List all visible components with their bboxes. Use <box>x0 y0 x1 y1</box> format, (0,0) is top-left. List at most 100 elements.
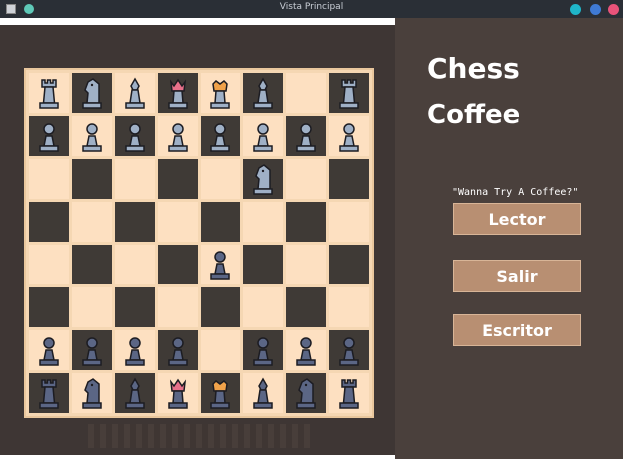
close-button[interactable] <box>608 4 619 15</box>
board-square[interactable] <box>114 330 155 371</box>
board-square[interactable] <box>286 373 327 413</box>
board-square[interactable] <box>200 201 241 242</box>
board-square[interactable] <box>29 201 69 242</box>
board-square[interactable] <box>243 115 284 156</box>
board-square[interactable] <box>157 373 198 413</box>
board-square[interactable] <box>286 73 327 113</box>
board-square[interactable] <box>286 201 327 242</box>
board-square[interactable] <box>29 73 69 113</box>
board-square[interactable] <box>243 201 284 242</box>
black-pawn-icon[interactable] <box>250 119 276 153</box>
white-pawn-icon[interactable] <box>122 333 148 367</box>
board-square[interactable] <box>114 73 155 113</box>
board-square[interactable] <box>200 73 241 113</box>
black-pawn-icon[interactable] <box>293 119 319 153</box>
black-king-icon[interactable] <box>207 76 233 110</box>
white-bishop-icon[interactable] <box>250 376 276 410</box>
board-square[interactable] <box>114 115 155 156</box>
board-square[interactable] <box>71 73 112 113</box>
board-square[interactable] <box>71 115 112 156</box>
board-square[interactable] <box>243 73 284 113</box>
black-pawn-icon[interactable] <box>207 119 233 153</box>
white-pawn-icon[interactable] <box>165 333 191 367</box>
board-square[interactable] <box>157 201 198 242</box>
black-rook-icon[interactable] <box>336 76 362 110</box>
board-square[interactable] <box>329 201 369 242</box>
board-square[interactable] <box>200 158 241 199</box>
board-square[interactable] <box>71 158 112 199</box>
board-square[interactable] <box>157 115 198 156</box>
black-bishop-icon[interactable] <box>122 76 148 110</box>
black-queen-icon[interactable] <box>165 76 191 110</box>
board-square[interactable] <box>114 287 155 328</box>
board-square[interactable] <box>29 330 69 371</box>
board-square[interactable] <box>29 244 69 285</box>
board-square[interactable] <box>29 287 69 328</box>
black-pawn-icon[interactable] <box>79 119 105 153</box>
minimize-button[interactable] <box>570 4 581 15</box>
board-square[interactable] <box>157 330 198 371</box>
board-square[interactable] <box>71 373 112 413</box>
board-square[interactable] <box>243 158 284 199</box>
white-pawn-icon[interactable] <box>250 333 276 367</box>
board-square[interactable] <box>114 158 155 199</box>
board-square[interactable] <box>286 287 327 328</box>
black-pawn-icon[interactable] <box>36 119 62 153</box>
board-square[interactable] <box>329 330 369 371</box>
board-square[interactable] <box>243 373 284 413</box>
board-square[interactable] <box>157 244 198 285</box>
white-pawn-icon[interactable] <box>79 333 105 367</box>
white-rook-icon[interactable] <box>36 376 62 410</box>
white-knight-icon[interactable] <box>79 376 105 410</box>
white-pawn-icon[interactable] <box>207 247 233 281</box>
board-square[interactable] <box>157 158 198 199</box>
board-square[interactable] <box>286 115 327 156</box>
board-square[interactable] <box>200 287 241 328</box>
white-pawn-icon[interactable] <box>36 333 62 367</box>
black-pawn-icon[interactable] <box>165 119 191 153</box>
board-square[interactable] <box>200 115 241 156</box>
board-square[interactable] <box>200 373 241 413</box>
escritor-button[interactable]: Escritor <box>453 314 581 346</box>
board-square[interactable] <box>200 244 241 285</box>
board-square[interactable] <box>286 158 327 199</box>
maximize-button[interactable] <box>590 4 601 15</box>
board-square[interactable] <box>71 244 112 285</box>
white-queen-icon[interactable] <box>165 376 191 410</box>
black-bishop-icon[interactable] <box>250 76 276 110</box>
board-square[interactable] <box>243 287 284 328</box>
board-square[interactable] <box>114 373 155 413</box>
board-square[interactable] <box>71 330 112 371</box>
board-square[interactable] <box>114 201 155 242</box>
white-pawn-icon[interactable] <box>293 333 319 367</box>
board-square[interactable] <box>329 373 369 413</box>
white-rook-icon[interactable] <box>336 376 362 410</box>
board-square[interactable] <box>329 73 369 113</box>
salir-button[interactable]: Salir <box>453 260 581 292</box>
board-square[interactable] <box>200 330 241 371</box>
black-pawn-icon[interactable] <box>336 119 362 153</box>
board-square[interactable] <box>29 373 69 413</box>
lector-button[interactable]: Lector <box>453 203 581 235</box>
board-square[interactable] <box>157 73 198 113</box>
board-square[interactable] <box>286 330 327 371</box>
board-square[interactable] <box>329 158 369 199</box>
board-square[interactable] <box>71 201 112 242</box>
board-square[interactable] <box>71 287 112 328</box>
board-square[interactable] <box>329 244 369 285</box>
board-square[interactable] <box>157 287 198 328</box>
black-rook-icon[interactable] <box>36 76 62 110</box>
board-square[interactable] <box>29 115 69 156</box>
board-square[interactable] <box>329 115 369 156</box>
chess-board[interactable] <box>24 68 374 418</box>
black-pawn-icon[interactable] <box>122 119 148 153</box>
board-square[interactable] <box>286 244 327 285</box>
white-knight-icon[interactable] <box>293 376 319 410</box>
black-knight-icon[interactable] <box>250 162 276 196</box>
board-square[interactable] <box>243 244 284 285</box>
board-square[interactable] <box>29 158 69 199</box>
white-bishop-icon[interactable] <box>122 376 148 410</box>
white-pawn-icon[interactable] <box>336 333 362 367</box>
board-square[interactable] <box>114 244 155 285</box>
white-king-icon[interactable] <box>207 376 233 410</box>
